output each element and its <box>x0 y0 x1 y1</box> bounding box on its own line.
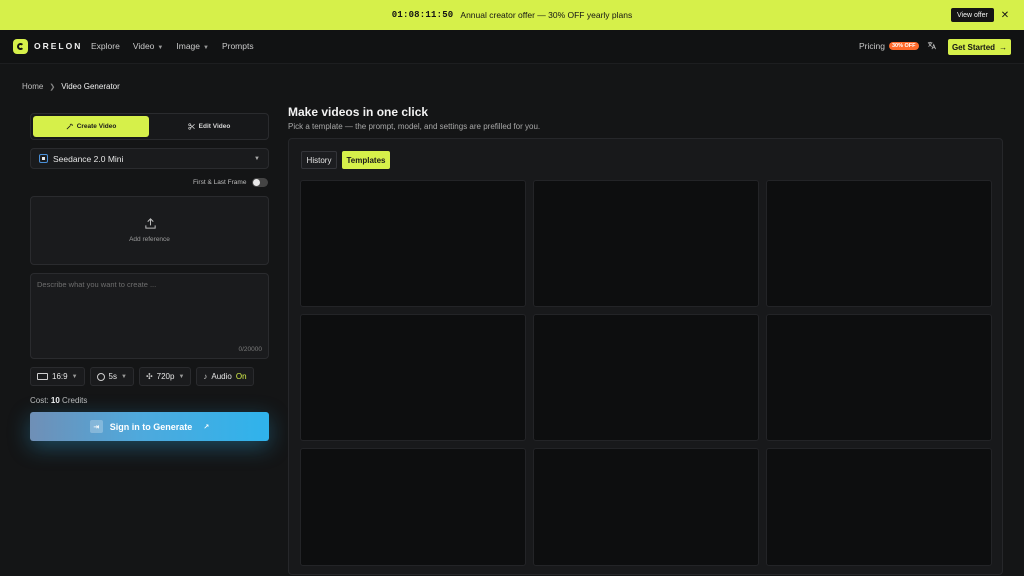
breadcrumb-current: Video Generator <box>61 82 120 91</box>
cost-unit: Credits <box>62 396 88 405</box>
aspect-ratio-icon <box>37 373 48 380</box>
countdown-timer: 01:08:11:50 <box>391 10 454 20</box>
tab-edit-video[interactable]: Edit Video <box>152 116 266 137</box>
tab-create-label: Create Video <box>76 123 117 130</box>
view-offer-button[interactable]: View offer <box>951 8 994 22</box>
template-card[interactable] <box>300 180 526 307</box>
chevron-down-icon: ▼ <box>120 373 127 380</box>
aspect-ratio-value: 16:9 <box>52 372 68 381</box>
model-icon <box>39 154 48 163</box>
resolution-value: 720p <box>156 372 175 381</box>
prompt-textarea[interactable]: Describe what you want to create ... 0/2… <box>30 273 269 359</box>
mode-tabs: Create Video Edit Video <box>30 113 269 140</box>
chevron-down-icon: ▼ <box>157 45 164 51</box>
template-card[interactable] <box>533 448 759 566</box>
nav-pricing[interactable]: Pricing 30% OFF <box>859 41 919 51</box>
template-card[interactable] <box>300 448 526 566</box>
audio-state: On <box>235 372 247 381</box>
page-title: Make videos in one click <box>288 105 429 119</box>
audio-label: Audio <box>211 372 232 381</box>
get-started-button[interactable]: Get Started → <box>948 39 1011 55</box>
add-reference-dropzone[interactable]: Add reference <box>30 196 269 265</box>
chevron-down-icon: ▼ <box>203 45 209 51</box>
duration-select[interactable]: 5s ▼ <box>89 367 134 386</box>
brand-name[interactable]: ORELON <box>34 41 82 51</box>
get-started-label: Get Started <box>951 42 996 52</box>
model-select[interactable]: Seedance 2.0 Mini ▼ <box>30 148 269 169</box>
add-reference-label: Add reference <box>129 236 170 243</box>
model-name: Seedance 2.0 Mini <box>53 153 124 164</box>
duration-value: 5s <box>108 372 117 381</box>
template-card[interactable] <box>533 180 759 307</box>
nav-explore[interactable]: Explore <box>91 41 120 51</box>
cost-info: Cost: 10 Credits <box>30 396 87 405</box>
tab-edit-label: Edit Video <box>198 123 231 130</box>
template-card[interactable] <box>766 180 992 307</box>
template-card[interactable] <box>533 314 759 441</box>
tab-history[interactable]: History <box>301 151 337 169</box>
char-counter: 0/20000 <box>238 346 263 353</box>
audio-toggle[interactable]: ♪ Audio On <box>196 367 254 386</box>
sign-in-to-generate-button[interactable]: ⇥ Sign in to Generate ↗ <box>30 412 269 441</box>
breadcrumb: Home ❯ Video Generator <box>22 82 120 91</box>
page-subtitle: Pick a template — the prompt, model, and… <box>288 122 541 131</box>
template-card[interactable] <box>766 448 992 566</box>
template-card[interactable] <box>300 314 526 441</box>
promo-message: Annual creator offer — 30% OFF yearly pl… <box>460 10 633 20</box>
cost-value: 10 <box>50 396 60 405</box>
chevron-down-icon: ▼ <box>254 155 260 162</box>
generate-label: Sign in to Generate <box>109 421 193 432</box>
chevron-right-icon: ❯ <box>49 83 56 91</box>
nav-prompts[interactable]: Prompts <box>222 41 254 51</box>
music-note-icon: ♪ <box>203 372 208 381</box>
pricing-label: Pricing <box>859 41 885 51</box>
clock-icon <box>96 372 105 381</box>
discount-badge: 30% OFF <box>888 42 919 50</box>
first-last-frame-toggle[interactable] <box>252 178 269 187</box>
promo-banner: 01:08:11:50 Annual creator offer — 30% O… <box>0 0 1024 30</box>
top-nav: ORELON Explore Video ▼ Image ▼ Prompts Pri… <box>0 30 1024 64</box>
nav-video[interactable]: Video ▼ <box>133 41 164 51</box>
prompt-placeholder: Describe what you want to create ... <box>37 280 157 289</box>
chevron-down-icon: ▼ <box>71 373 78 380</box>
upload-icon <box>145 218 156 229</box>
logo-icon[interactable] <box>13 39 28 54</box>
first-last-frame-row: First & Last Frame <box>193 178 269 187</box>
chevron-down-icon: ▼ <box>178 373 185 380</box>
login-icon: ⇥ <box>89 420 103 433</box>
close-icon[interactable]: ✕ <box>1000 8 1010 22</box>
arrow-right-icon: → <box>999 42 1008 52</box>
resolution-select[interactable]: ✣ 720p ▼ <box>138 367 192 386</box>
breadcrumb-home[interactable]: Home <box>22 82 43 91</box>
generation-options: 16:9 ▼ 5s ▼ ✣ 720p ▼ ♪ Audio On <box>30 367 254 386</box>
template-card[interactable] <box>766 314 992 441</box>
language-icon[interactable] <box>927 41 936 52</box>
arrow-up-right-icon: ↗ <box>203 423 210 431</box>
template-gallery: History Templates <box>288 138 1003 575</box>
scissors-icon <box>188 123 195 130</box>
nav-image[interactable]: Image ▼ <box>176 41 209 51</box>
tab-create-video[interactable]: Create Video <box>33 116 149 137</box>
first-last-frame-label: First & Last Frame <box>193 179 247 186</box>
cost-label: Cost: <box>30 396 49 405</box>
tab-templates[interactable]: Templates <box>342 151 390 169</box>
nav-links: Explore Video ▼ Image ▼ Prompts <box>91 41 254 51</box>
sparkle-icon: ✣ <box>145 372 153 381</box>
aspect-ratio-select[interactable]: 16:9 ▼ <box>30 367 85 386</box>
magic-wand-icon <box>66 123 73 130</box>
